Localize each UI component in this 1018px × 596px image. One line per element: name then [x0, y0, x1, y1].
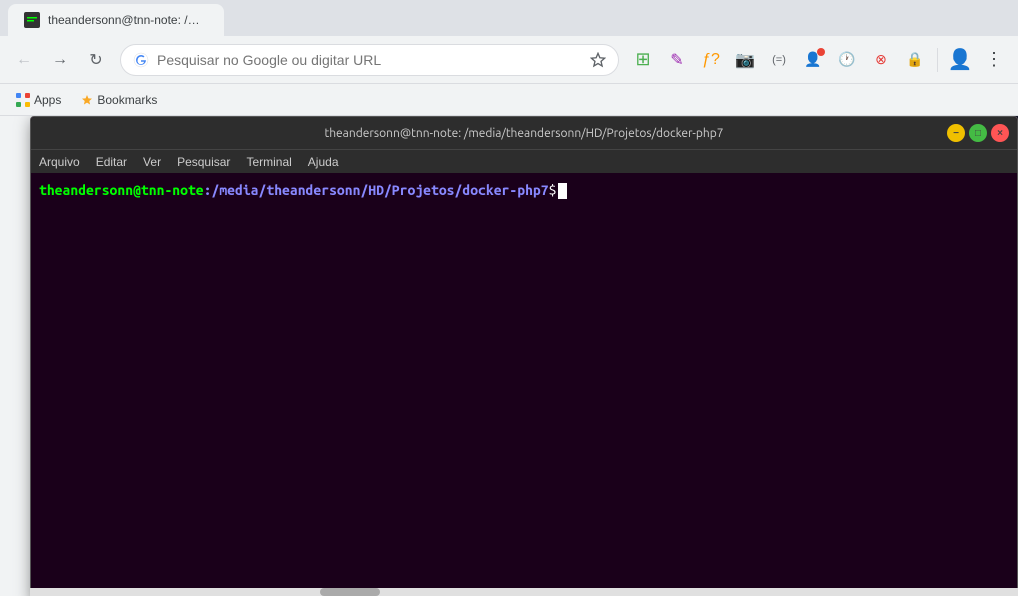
- menu-ver[interactable]: Ver: [143, 155, 161, 169]
- terminal-body[interactable]: theandersonn@tnn-note :/media/theanderso…: [31, 173, 1017, 596]
- scrollbar-thumb[interactable]: [320, 588, 380, 596]
- extension-8-button[interactable]: ⊗: [865, 44, 897, 76]
- apps-label: Apps: [34, 93, 61, 107]
- extension-4-button[interactable]: 📷: [729, 44, 761, 76]
- star-icon: [81, 94, 93, 106]
- extension-9-button[interactable]: 🔒: [899, 44, 931, 76]
- chrome-browser: theandersonn@tnn-note: /media/theanderso…: [0, 0, 1018, 596]
- close-button[interactable]: ×: [991, 124, 1009, 142]
- favorite-icon[interactable]: [590, 52, 606, 68]
- toolbar-icons: ⊞ ✎ ƒ? 📷 (=) 👤 🕐 ⊗ 🔒 👤 ⋮: [627, 44, 1010, 76]
- extension-3-button[interactable]: ƒ?: [695, 44, 727, 76]
- menu-terminal[interactable]: Terminal: [246, 155, 291, 169]
- toolbar: ← → ↻ ⊞ ✎ ƒ? 📷 (=) 👤: [0, 36, 1018, 84]
- back-button[interactable]: ←: [8, 44, 40, 76]
- prompt-path: :/media/theandersonn/HD/Projetos/docker-…: [204, 181, 549, 201]
- bookmarks-item[interactable]: Bookmarks: [73, 89, 165, 111]
- tab-bar: theandersonn@tnn-note: /media/theanderso…: [0, 0, 1018, 36]
- bookmarks-label: Bookmarks: [97, 93, 157, 107]
- minimize-button[interactable]: −: [947, 124, 965, 142]
- bottom-scrollbar[interactable]: [30, 588, 1018, 596]
- terminal-cursor: [558, 183, 567, 199]
- prompt-user: theandersonn@tnn-note: [39, 181, 204, 201]
- menu-pesquisar[interactable]: Pesquisar: [177, 155, 230, 169]
- maximize-button[interactable]: □: [969, 124, 987, 142]
- menu-arquivo[interactable]: Arquivo: [39, 155, 80, 169]
- apps-grid-icon: [16, 93, 30, 107]
- menu-button[interactable]: ⋮: [978, 44, 1010, 76]
- main-content: Gmail Imagens A: [0, 116, 1018, 596]
- extension-1-button[interactable]: ⊞: [627, 44, 659, 76]
- terminal-titlebar: theandersonn@tnn-note: /media/theanderso…: [31, 117, 1017, 149]
- menu-ajuda[interactable]: Ajuda: [308, 155, 339, 169]
- notification-badge: [817, 48, 825, 56]
- terminal-controls: − □ ×: [947, 124, 1009, 142]
- terminal-window: theandersonn@tnn-note: /media/theanderso…: [30, 116, 1018, 596]
- tab-icon: [24, 12, 40, 28]
- menu-editar[interactable]: Editar: [96, 155, 127, 169]
- profile-button[interactable]: 👤: [944, 44, 976, 76]
- reload-button[interactable]: ↻: [80, 44, 112, 76]
- terminal-prompt-line: theandersonn@tnn-note :/media/theanderso…: [39, 181, 1009, 201]
- prompt-symbol: $: [549, 181, 557, 201]
- toolbar-divider: [937, 48, 938, 72]
- forward-button[interactable]: →: [44, 44, 76, 76]
- apps-bookmark[interactable]: Apps: [8, 89, 69, 111]
- extension-5-button[interactable]: (=): [763, 44, 795, 76]
- terminal-menubar: Arquivo Editar Ver Pesquisar Terminal Aj…: [31, 149, 1017, 173]
- bookmarks-bar: Apps Bookmarks: [0, 84, 1018, 116]
- address-input[interactable]: [157, 52, 582, 68]
- terminal-title: theandersonn@tnn-note: /media/theanderso…: [324, 127, 723, 140]
- extension-6-button[interactable]: 👤: [797, 44, 829, 76]
- extension-7-button[interactable]: 🕐: [831, 44, 863, 76]
- google-icon: [133, 52, 149, 68]
- address-bar[interactable]: [120, 44, 619, 76]
- extension-2-button[interactable]: ✎: [661, 44, 693, 76]
- tab-title: theandersonn@tnn-note: /media/theanderso…: [48, 13, 208, 27]
- active-tab[interactable]: theandersonn@tnn-note: /media/theanderso…: [8, 4, 224, 36]
